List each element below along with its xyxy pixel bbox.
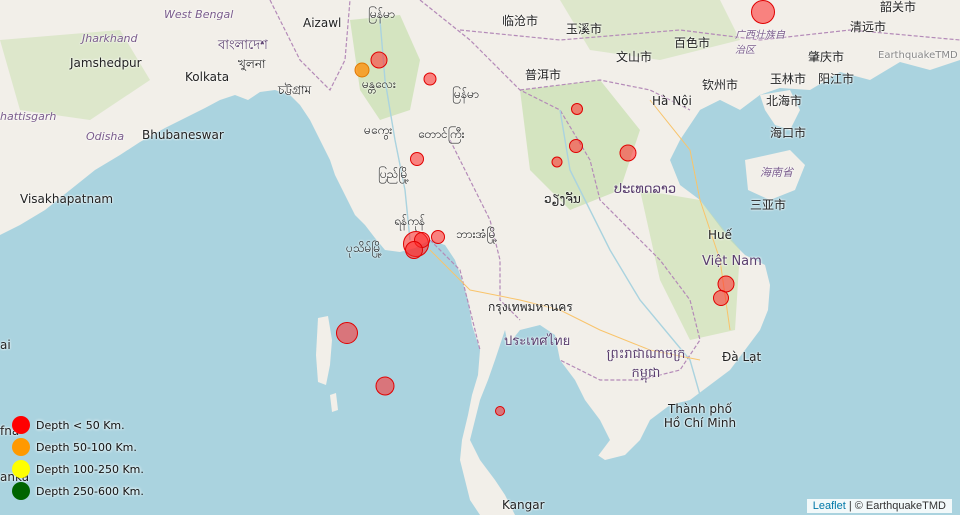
earthquake-marker[interactable] [571,103,583,115]
label-guangxi: 广西壮族自治区 [735,30,785,56]
legend-color-swatch [12,416,30,434]
earthquake-marker[interactable] [370,51,388,69]
label-yuxi: 玉溪市 [566,22,603,36]
earthquake-marker[interactable] [551,156,563,168]
attribution-source: © EarthquakeTMD [854,500,946,512]
attribution-separator: | [845,500,855,512]
earthquake-marker[interactable] [495,406,505,416]
label-bangkok: กรุงเทพมหานคร [488,300,573,314]
label-wenshan: 文山市 [616,50,653,64]
label-magway: မကွေး [364,123,393,137]
label-jharkhand: Jharkhand [82,32,138,45]
earthquake-marker[interactable] [713,290,729,306]
label-taunggyi: တောင်ကြီး [418,127,465,141]
legend-color-swatch [12,460,30,478]
label-bangladesh: বাংলাদেশ [218,38,268,53]
legend-item: Depth < 50 Km. [12,414,144,436]
label-cambodia: ព្រះរាជាណាចក្រ កម្ពុជា [606,347,686,381]
label-baise: 百色市 [674,36,711,50]
label-lincang: 临沧市 [502,14,539,28]
label-qingyuan: 清远市 [850,20,887,34]
label-pyay: ပြည်မြို့ [378,167,410,181]
legend-label: Depth 50-100 Km. [36,440,137,454]
label-west-bengal: West Bengal [164,8,234,21]
legend-item: Depth 100-250 Km. [12,458,144,480]
earthquake-marker[interactable] [569,139,583,153]
label-mandalay: မန္တလေး [362,77,396,91]
earthquake-marker[interactable] [410,152,424,166]
legend-item: Depth 250-600 Km. [12,480,144,502]
label-khulna: খুলনা [238,57,266,71]
legend-color-swatch [12,438,30,456]
label-watermark: EarthquakeTMD [878,50,958,61]
earthquake-marker[interactable] [375,376,395,396]
label-beihai: 北海市 [766,94,803,108]
label-chattogram: চট্টগ্রাম [278,83,312,97]
map-attribution: Leaflet | © EarthquakeTMD [806,499,952,513]
earthquake-marker[interactable] [751,0,775,24]
label-qinzhou: 钦州市 [702,78,739,92]
label-visakhapatnam: Visakhapatnam [20,192,114,206]
label-pathein: ပုသိမ်မြို့ [346,241,383,255]
label-yulin: 玉林市 [770,72,807,86]
label-hpa-an: ဘားအံမြို့ [456,227,498,241]
label-kangar: Kangar [502,498,545,512]
legend-color-swatch [12,482,30,500]
label-haikou: 海口市 [770,126,807,140]
depth-legend: Depth < 50 Km. Depth 50-100 Km. Depth 100-… [12,414,144,502]
earthquake-marker[interactable] [336,322,358,344]
label-hainan: 海南省 [760,166,793,179]
label-aizawl: Aizawl [303,16,342,30]
label-hcmc: Thành phố Hồ Chí Minh [663,402,737,430]
label-puer: 普洱市 [525,68,562,82]
label-myanmar-mid: မြန်မာ [452,87,479,101]
label-thailand: ประเทศไทย [504,334,571,349]
legend-label: Depth 100-250 Km. [36,462,144,476]
label-hue: Huế [708,228,733,242]
earthquake-marker[interactable] [431,230,445,244]
label-hanoi: Hà Nội [652,94,692,108]
label-left-ai: ai [0,338,11,352]
leaflet-link[interactable]: Leaflet [813,500,846,512]
earthquake-marker[interactable] [354,62,370,78]
label-zhaoqing: 肇庆市 [808,50,845,64]
label-chhattisgarh: hattisgarh [0,110,57,123]
label-laos: ປະເທດລາວ [614,182,677,197]
label-yangon: ရန်ကုန် [394,214,426,228]
earthquake-map[interactable]: West Bengal Jharkhand hattisgarh বাংলাদে… [0,0,960,515]
label-bhubaneswar: Bhubaneswar [142,128,224,142]
label-dalat: Đà Lạt [722,350,762,364]
label-sanya: 三亚市 [750,198,787,212]
earthquake-marker[interactable] [619,144,637,162]
label-jamshedpur: Jamshedpur [70,56,142,70]
label-yangjiang: 阳江市 [818,72,855,86]
label-vietnam: Việt Nam [702,254,762,269]
label-kolkata: Kolkata [185,70,230,84]
label-shaoguan: 韶关市 [880,0,917,14]
map-basemap [0,0,960,515]
label-myanmar-top: မြန်မာ [368,7,395,21]
label-vientiane: ວຽງຈັນ [544,192,581,206]
legend-label: Depth < 50 Km. [36,418,125,432]
earthquake-marker[interactable] [423,72,437,86]
label-odisha: Odisha [86,130,125,143]
legend-label: Depth 250-600 Km. [36,484,144,498]
earthquake-marker[interactable] [405,241,423,259]
legend-item: Depth 50-100 Km. [12,436,144,458]
